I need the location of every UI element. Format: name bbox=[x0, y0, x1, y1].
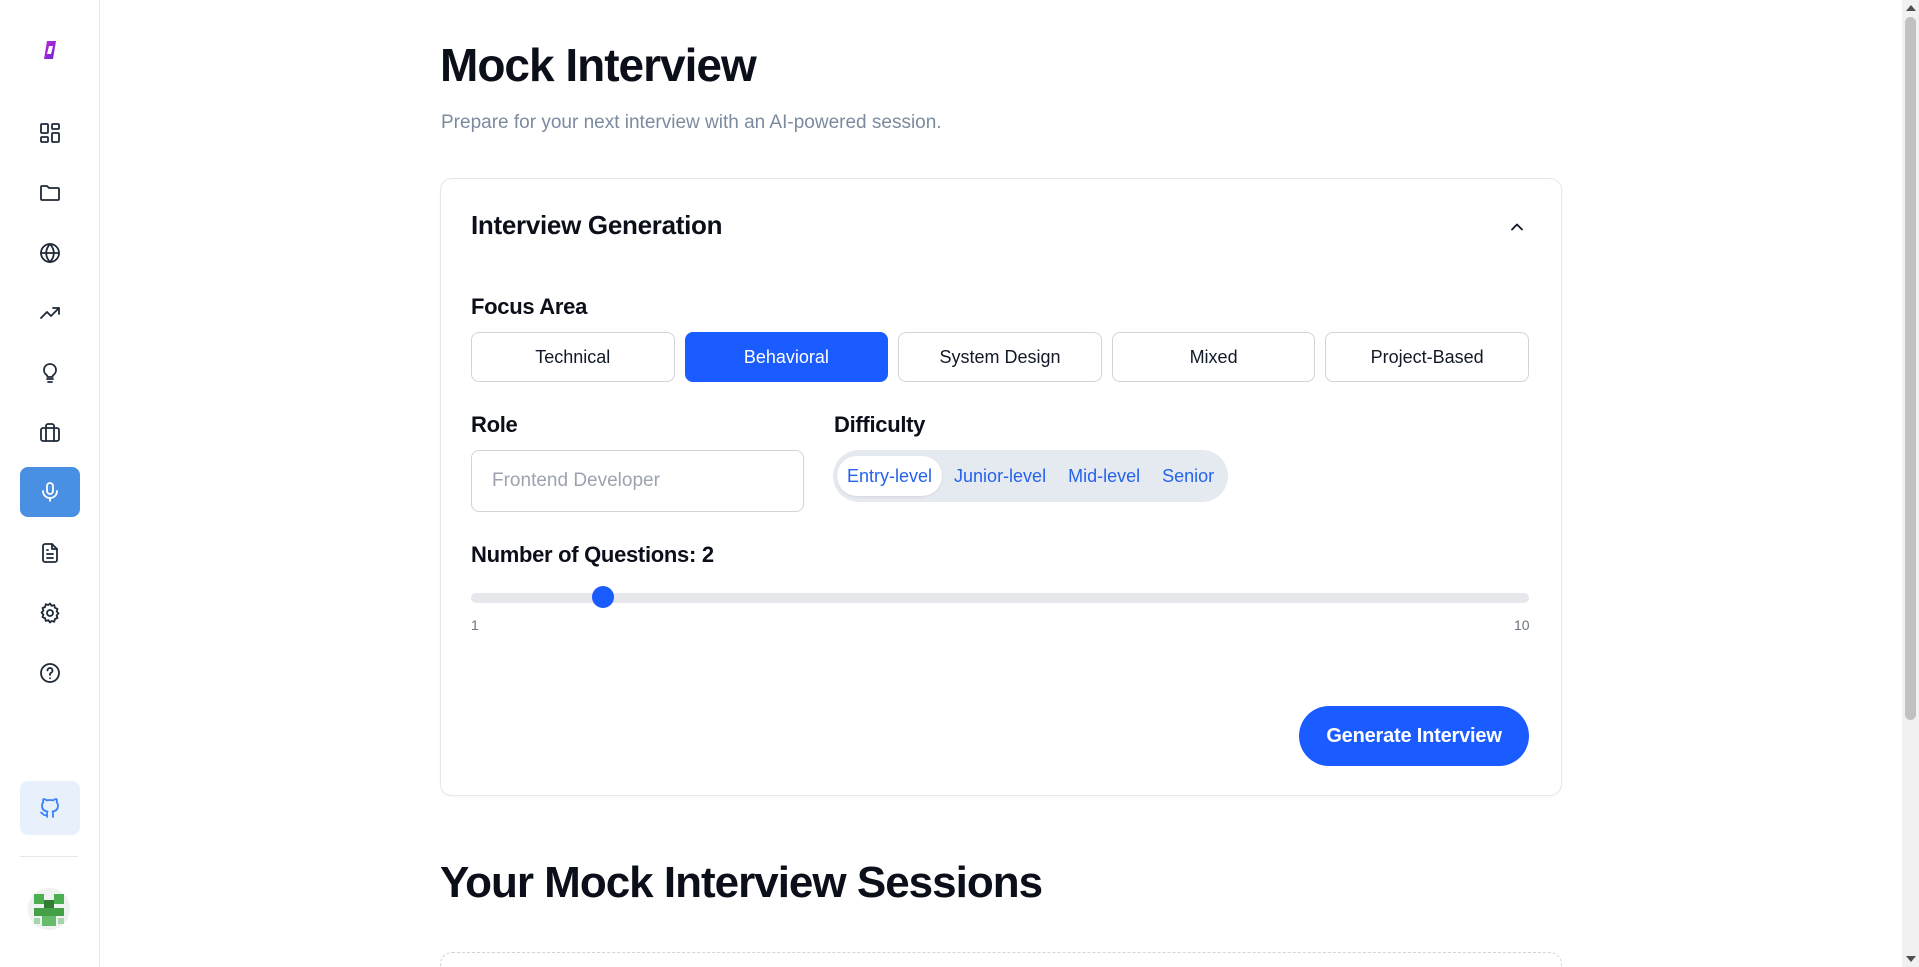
lightbulb-icon bbox=[43, 363, 57, 383]
sidebar bbox=[0, 0, 100, 967]
focus-area-label: Focus Area bbox=[471, 294, 588, 319]
github-icon bbox=[40, 798, 59, 818]
globe-icon bbox=[40, 243, 60, 263]
focus-option-behavioral[interactable]: Behavioral bbox=[684, 332, 889, 382]
folder-icon bbox=[40, 185, 60, 201]
focus-option-system-design[interactable]: System Design bbox=[898, 332, 1102, 382]
sidebar-item-explore[interactable] bbox=[20, 228, 80, 278]
page-scrollbar[interactable] bbox=[1902, 0, 1919, 967]
generate-interview-button[interactable]: Generate Interview bbox=[1299, 706, 1529, 766]
role-label: Role bbox=[471, 412, 518, 437]
sessions-title: Your Mock Interview Sessions bbox=[440, 858, 1043, 907]
sidebar-item-documents[interactable] bbox=[20, 528, 80, 578]
questions-label: Number of Questions: 2 bbox=[471, 542, 714, 567]
slider-min-label: 1 bbox=[471, 617, 479, 633]
scroll-thumb[interactable] bbox=[1905, 17, 1916, 720]
gear-icon bbox=[40, 602, 60, 624]
role-input[interactable] bbox=[471, 450, 804, 512]
sessions-empty-box bbox=[440, 952, 1562, 967]
collapse-button[interactable] bbox=[1504, 214, 1530, 240]
sidebar-item-settings[interactable] bbox=[20, 588, 80, 638]
focus-option-technical[interactable]: Technical bbox=[471, 332, 675, 382]
focus-area-options: Technical Behavioral System Design Mixed Pro… bbox=[471, 332, 1529, 382]
page-title: Mock Interview bbox=[440, 39, 757, 91]
difficulty-option-senior[interactable]: Senior bbox=[1152, 456, 1224, 496]
questions-slider-track[interactable] bbox=[471, 593, 1529, 603]
page-subtitle: Prepare for your next interview with an … bbox=[441, 112, 942, 133]
difficulty-option-junior-level[interactable]: Junior-level bbox=[944, 456, 1056, 496]
scroll-down-arrow[interactable] bbox=[1906, 956, 1916, 962]
briefcase-icon bbox=[40, 423, 60, 442]
github-button[interactable] bbox=[20, 781, 80, 835]
app-logo[interactable] bbox=[38, 38, 62, 62]
sidebar-item-ideas[interactable] bbox=[20, 348, 80, 398]
chevron-up-icon bbox=[1511, 223, 1523, 231]
difficulty-option-entry-level[interactable]: Entry-level bbox=[837, 456, 943, 496]
sidebar-item-help[interactable] bbox=[20, 648, 80, 698]
microphone-icon bbox=[42, 482, 58, 502]
focus-option-mixed[interactable]: Mixed bbox=[1111, 332, 1316, 382]
sidebar-item-analytics[interactable] bbox=[20, 288, 80, 338]
dashboard-icon bbox=[40, 123, 60, 143]
document-icon bbox=[42, 543, 58, 563]
help-circle-icon bbox=[40, 663, 60, 683]
slider-max-label: 10 bbox=[1514, 617, 1530, 633]
focus-option-project-based[interactable]: Project-Based bbox=[1325, 332, 1529, 382]
sidebar-item-projects[interactable] bbox=[20, 168, 80, 218]
questions-slider-thumb[interactable] bbox=[592, 586, 615, 608]
difficulty-label: Difficulty bbox=[834, 412, 926, 437]
difficulty-segmented-control: Entry-level Junior-level Mid-level Senior bbox=[833, 450, 1229, 502]
sidebar-item-dashboard[interactable] bbox=[20, 108, 80, 158]
scroll-up-arrow[interactable] bbox=[1906, 5, 1916, 11]
card-title: Interview Generation bbox=[471, 210, 723, 240]
trending-up-icon bbox=[40, 307, 60, 319]
difficulty-option-mid-level[interactable]: Mid-level bbox=[1058, 456, 1150, 496]
sidebar-divider bbox=[20, 856, 78, 857]
sidebar-item-mock-interview[interactable] bbox=[20, 467, 80, 517]
avatar[interactable] bbox=[28, 888, 70, 930]
sidebar-item-jobs[interactable] bbox=[20, 408, 80, 458]
